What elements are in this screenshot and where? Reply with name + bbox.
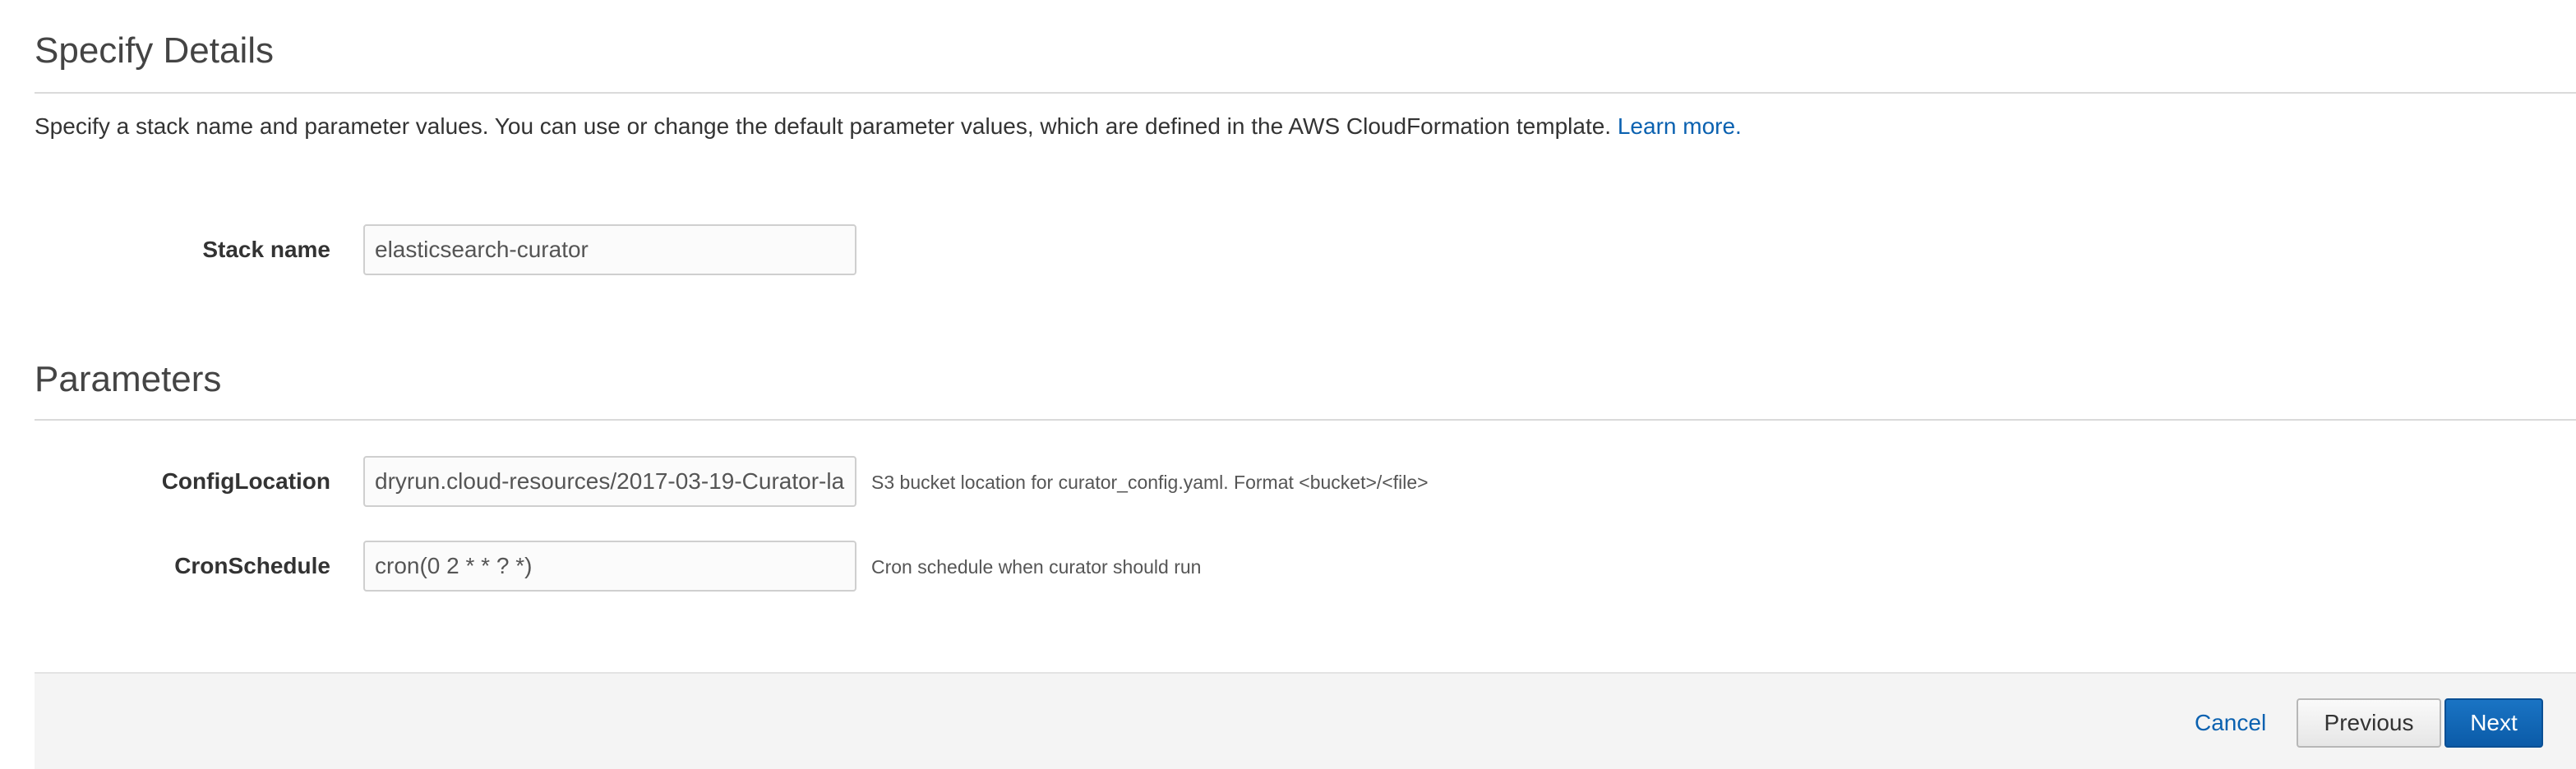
previous-button[interactable]: Previous bbox=[2297, 698, 2441, 748]
config-location-help: S3 bucket location for curator_config.ya… bbox=[871, 472, 1429, 493]
next-button[interactable]: Next bbox=[2444, 698, 2543, 748]
cron-schedule-help: Cron schedule when curator should run bbox=[871, 556, 1202, 578]
cron-schedule-input[interactable] bbox=[363, 541, 856, 592]
parameters-divider bbox=[35, 419, 2576, 421]
learn-more-link[interactable]: Learn more. bbox=[1618, 113, 1742, 139]
details-divider bbox=[35, 92, 2576, 94]
cron-schedule-label: CronSchedule bbox=[174, 553, 330, 578]
stack-name-label: Stack name bbox=[202, 237, 330, 262]
specify-details-page: Specify Details Specify a stack name and… bbox=[0, 0, 2576, 769]
config-location-input[interactable] bbox=[363, 456, 856, 507]
config-location-label: ConfigLocation bbox=[161, 468, 330, 494]
details-heading: Specify Details bbox=[35, 30, 275, 71]
stack-name-input[interactable] bbox=[363, 224, 856, 275]
wizard-footer: Cancel Previous Next bbox=[35, 672, 2576, 769]
cancel-button[interactable]: Cancel bbox=[2195, 710, 2266, 736]
description-text: Specify a stack name and parameter value… bbox=[35, 113, 1612, 139]
details-description: Specify a stack name and parameter value… bbox=[35, 113, 1742, 140]
parameters-heading: Parameters bbox=[35, 359, 222, 399]
